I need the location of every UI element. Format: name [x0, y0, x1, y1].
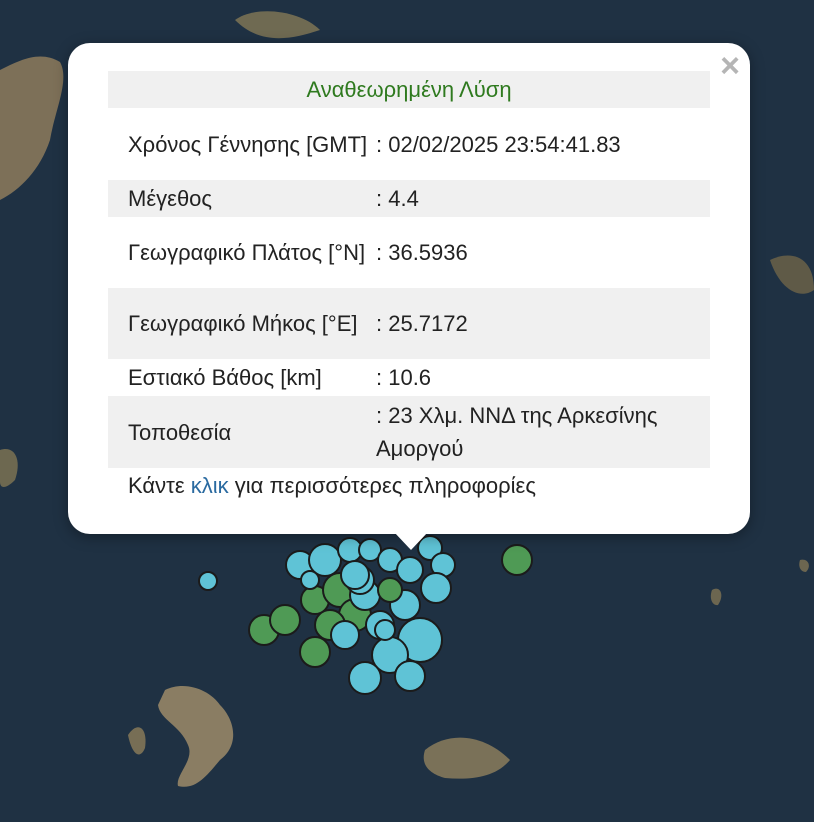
magnitude-value: : 4.4 [376, 180, 710, 217]
origin-time-value: : 02/02/2025 23:54:41.83 [376, 131, 621, 157]
footer-suffix: για περισσότερες πληροφορίες [228, 473, 536, 498]
quake-marker[interactable] [348, 661, 382, 695]
quake-marker[interactable] [330, 620, 360, 650]
table-row: Χρόνος Γέννησης [GMT] : 02/02/2025 23:54… [108, 108, 710, 180]
table-row: Γεωγραφικό Πλάτος [°N] : 36.5936 [108, 217, 710, 288]
quake-marker[interactable] [300, 570, 320, 590]
magnitude-label: Μέγεθος [108, 180, 376, 217]
earthquake-popup: × Αναθεωρημένη Λύση Χρόνος Γέννησης [GMT… [68, 43, 750, 534]
popup-tip [394, 532, 428, 550]
title-row: Αναθεωρημένη Λύση [108, 71, 710, 108]
quake-marker[interactable] [420, 572, 452, 604]
quake-marker[interactable] [269, 604, 301, 636]
latitude-label: Γεωγραφικό Πλάτος [°N] [128, 240, 366, 265]
close-icon[interactable]: × [720, 49, 740, 83]
latitude-value: : 36.5936 [376, 240, 468, 265]
table-row: Εστιακό Βάθος [km] : 10.6 [108, 359, 710, 396]
quake-marker[interactable] [396, 556, 424, 584]
table-row: Γεωγραφικό Μήκος [°E] : 25.7172 [108, 288, 710, 359]
table-row: Μέγεθος : 4.4 [108, 180, 710, 217]
quake-marker[interactable] [299, 636, 331, 668]
quake-marker[interactable] [377, 577, 403, 603]
more-info-link[interactable]: κλικ [191, 473, 229, 498]
footer-prefix: Κάντε [128, 473, 191, 498]
quake-marker[interactable] [374, 619, 396, 641]
longitude-value: : 25.7172 [376, 288, 710, 359]
location-label: Τοποθεσία [108, 396, 376, 468]
depth-label: Εστιακό Βάθος [km] [128, 365, 322, 390]
quake-marker[interactable] [340, 560, 370, 590]
location-value: : 23 Χλμ. ΝΝΔ της Αρκεσίνης Αμοργού [376, 396, 710, 468]
table-row: Τοποθεσία : 23 Χλμ. ΝΝΔ της Αρκεσίνης Αμ… [108, 396, 710, 468]
quake-marker[interactable] [394, 660, 426, 692]
depth-value: : 10.6 [376, 365, 432, 390]
quake-marker[interactable] [198, 571, 218, 591]
origin-time-label: Χρόνος Γέννησης [GMT] [128, 131, 368, 157]
more-info-text: Κάντε κλικ για περισσότερες πληροφορίες [128, 473, 536, 499]
longitude-label: Γεωγραφικό Μήκος [°E] [108, 288, 376, 359]
earthquake-details-table: Αναθεωρημένη Λύση Χρόνος Γέννησης [GMT] … [108, 71, 710, 468]
popup-title: Αναθεωρημένη Λύση [108, 71, 710, 108]
quake-marker[interactable] [501, 544, 533, 576]
